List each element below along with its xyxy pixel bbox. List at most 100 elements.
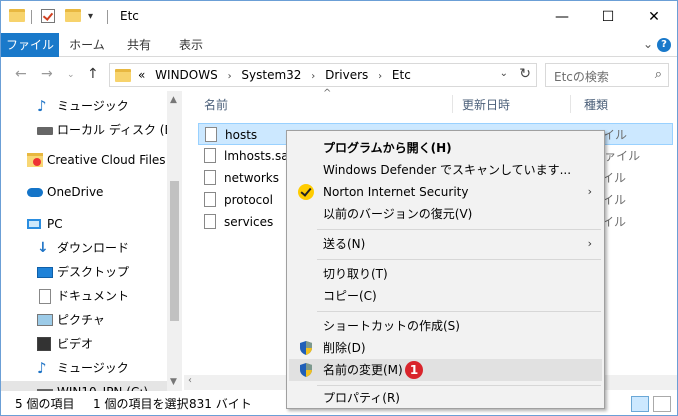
uac-shield-icon bbox=[300, 363, 312, 377]
search-box[interactable]: Etcの検索 ⌕ bbox=[545, 63, 669, 87]
breadcrumb-windows[interactable]: WINDOWS bbox=[155, 68, 218, 82]
tab-share[interactable]: 共有 bbox=[119, 33, 159, 57]
recent-locations-chevron-icon[interactable]: ⌄ bbox=[67, 70, 75, 80]
menu-item-properties[interactable]: プロパティ(R) bbox=[289, 387, 602, 409]
menu-item-send-to[interactable]: 送る(N) › bbox=[289, 233, 602, 255]
breadcrumb: « WINDOWS › System32 › Drivers › Etc bbox=[138, 68, 417, 82]
breadcrumb-separator-icon[interactable]: › bbox=[378, 71, 382, 82]
large-icons-view-icon[interactable] bbox=[653, 396, 671, 412]
menu-item-label: コピー(C) bbox=[323, 289, 377, 303]
tab-home[interactable]: ホーム bbox=[65, 33, 109, 57]
sidebar-item-pictures[interactable]: ピクチャ bbox=[1, 309, 173, 331]
maximize-button[interactable]: ☐ bbox=[585, 1, 631, 33]
sidebar-item-music[interactable]: ♪ ミュージック bbox=[1, 95, 173, 117]
new-folder-icon[interactable] bbox=[65, 9, 81, 22]
sidebar-item-creative-cloud[interactable]: Creative Cloud Files bbox=[1, 149, 173, 171]
column-divider[interactable] bbox=[452, 95, 453, 113]
sidebar-item-documents[interactable]: ドキュメント bbox=[1, 285, 173, 307]
music-icon: ♪ bbox=[37, 97, 47, 115]
videos-icon bbox=[37, 337, 51, 351]
menu-item-cut[interactable]: 切り取り(T) bbox=[289, 263, 602, 285]
file-name: services bbox=[224, 215, 274, 229]
uac-shield-icon bbox=[300, 341, 312, 355]
navigation-pane: ♪ ミュージック ローカル ディスク (E:) Creative Cloud F… bbox=[1, 91, 183, 391]
quick-access-dropdown-icon[interactable]: ▾ bbox=[88, 11, 93, 22]
sidebar-item-music-2[interactable]: ♪ ミュージック bbox=[1, 357, 173, 379]
sidebar-item-label: ピクチャ bbox=[57, 313, 105, 327]
breadcrumb-drivers[interactable]: Drivers bbox=[325, 68, 368, 82]
breadcrumb-etc[interactable]: Etc bbox=[392, 68, 411, 82]
sidebar-item-label: ダウンロード bbox=[57, 241, 130, 255]
back-arrow-icon[interactable]: ← bbox=[15, 66, 27, 82]
properties-check-icon[interactable] bbox=[41, 9, 55, 23]
menu-item-open-with[interactable]: プログラムから開く(H) bbox=[289, 137, 602, 159]
menu-item-defender-scan[interactable]: Windows Defender でスキャンしています... bbox=[289, 159, 602, 181]
sidebar-item-downloads[interactable]: ↓ ダウンロード bbox=[1, 237, 173, 259]
sidebar-item-win10-c[interactable]: WIN10_JPN (C:) bbox=[1, 381, 173, 391]
column-header-name[interactable]: 名前 bbox=[204, 96, 228, 113]
creative-cloud-icon bbox=[27, 153, 43, 167]
status-item-count: 5 個の項目 bbox=[15, 397, 75, 411]
navigation-bar: ← → ⌄ ↑ « WINDOWS › System32 › Drivers ›… bbox=[1, 59, 677, 91]
file-icon bbox=[204, 170, 216, 185]
breadcrumb-overflow[interactable]: « bbox=[138, 68, 145, 82]
sidebar-item-label: ビデオ bbox=[57, 337, 94, 351]
menu-item-copy[interactable]: コピー(C) bbox=[289, 285, 602, 307]
window-title: Etc bbox=[120, 9, 139, 23]
menu-item-label: Windows Defender でスキャンしています... bbox=[323, 163, 572, 177]
up-arrow-icon[interactable]: ↑ bbox=[87, 66, 99, 82]
title-bar: ▾ Etc — ☐ ✕ bbox=[1, 1, 677, 33]
scroll-left-icon[interactable]: ‹ bbox=[188, 375, 192, 386]
onedrive-icon bbox=[27, 188, 43, 197]
help-icon[interactable]: ? bbox=[657, 38, 671, 52]
minimize-button[interactable]: — bbox=[539, 1, 585, 33]
menu-item-delete[interactable]: 削除(D) bbox=[289, 337, 602, 359]
search-input[interactable]: Etcの検索 bbox=[554, 68, 609, 85]
breadcrumb-system32[interactable]: System32 bbox=[241, 68, 301, 82]
menu-separator bbox=[317, 229, 601, 230]
scroll-up-icon[interactable]: ▲ bbox=[170, 95, 177, 105]
menu-separator bbox=[317, 385, 601, 386]
music-icon: ♪ bbox=[37, 359, 47, 377]
pc-icon bbox=[27, 219, 41, 229]
refresh-icon[interactable]: ↻ bbox=[519, 66, 531, 82]
column-divider[interactable] bbox=[570, 95, 571, 113]
documents-icon bbox=[39, 289, 51, 304]
search-icon: ⌕ bbox=[654, 67, 662, 82]
sidebar-item-local-disk-e[interactable]: ローカル ディスク (E:) bbox=[1, 119, 181, 141]
scroll-down-icon[interactable]: ▼ bbox=[170, 377, 177, 387]
forward-arrow-icon[interactable]: → bbox=[41, 66, 53, 82]
breadcrumb-separator-icon[interactable]: › bbox=[311, 71, 315, 82]
tab-file[interactable]: ファイル bbox=[1, 33, 59, 57]
menu-item-restore-previous[interactable]: 以前のバージョンの復元(V) bbox=[289, 203, 602, 225]
norton-check-icon bbox=[298, 184, 314, 200]
menu-item-label: 削除(D) bbox=[323, 341, 366, 355]
column-header-type[interactable]: 種類 bbox=[584, 96, 608, 113]
sidebar-item-label: WIN10_JPN (C:) bbox=[57, 381, 148, 391]
column-header-modified[interactable]: 更新日時 bbox=[462, 96, 510, 113]
sidebar-item-desktop[interactable]: デスクトップ bbox=[1, 261, 173, 283]
submenu-arrow-icon: › bbox=[587, 185, 592, 198]
menu-item-rename[interactable]: 名前の変更(M) 1 bbox=[289, 359, 602, 381]
address-dropdown-icon[interactable]: ⌄ bbox=[500, 68, 508, 79]
details-view-icon[interactable] bbox=[631, 396, 649, 412]
sidebar-item-label: デスクトップ bbox=[57, 265, 130, 279]
file-icon bbox=[204, 148, 216, 163]
expand-ribbon-chevron-icon[interactable]: ⌄ bbox=[643, 37, 653, 51]
download-icon: ↓ bbox=[37, 240, 49, 256]
breadcrumb-separator-icon[interactable]: › bbox=[228, 71, 232, 82]
menu-item-label: ショートカットの作成(S) bbox=[323, 319, 460, 333]
sidebar-item-onedrive[interactable]: OneDrive bbox=[1, 181, 173, 203]
pictures-icon bbox=[37, 314, 53, 326]
tab-view[interactable]: 表示 bbox=[169, 33, 213, 57]
file-icon bbox=[204, 214, 216, 229]
sidebar-scrollbar-thumb[interactable] bbox=[170, 181, 179, 321]
close-button[interactable]: ✕ bbox=[631, 1, 677, 33]
menu-item-norton[interactable]: Norton Internet Security › bbox=[289, 181, 602, 203]
sidebar-item-pc[interactable]: PC bbox=[1, 213, 173, 235]
explorer-window: ▾ Etc — ☐ ✕ ファイル ホーム 共有 表示 ⌄ ? ← → ⌄ ↑ «… bbox=[0, 0, 678, 416]
menu-item-create-shortcut[interactable]: ショートカットの作成(S) bbox=[289, 315, 602, 337]
address-bar[interactable]: « WINDOWS › System32 › Drivers › Etc ⌄ ↻ bbox=[109, 63, 537, 87]
sidebar-item-videos[interactable]: ビデオ bbox=[1, 333, 173, 355]
submenu-arrow-icon: › bbox=[587, 237, 592, 250]
